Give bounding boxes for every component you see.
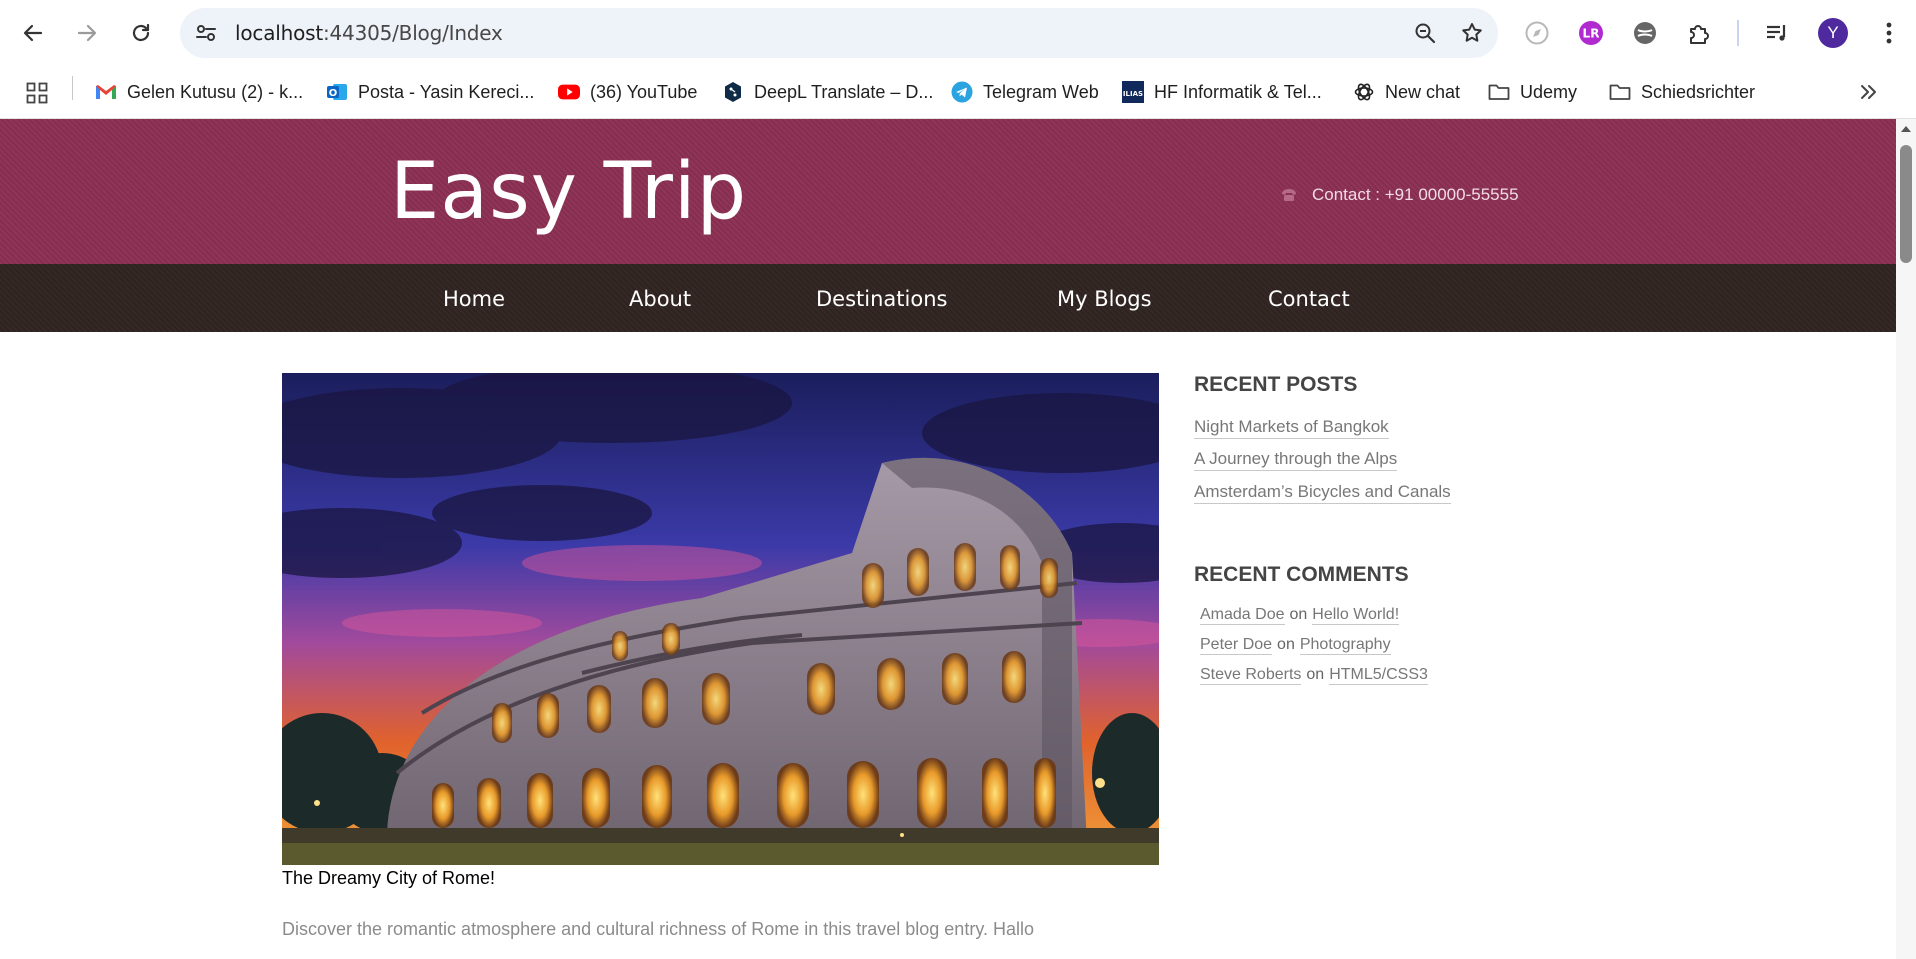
comment-post-link[interactable]: Photography: [1299, 636, 1391, 655]
folder-icon: [1488, 84, 1510, 100]
compass-extension-icon[interactable]: [1524, 20, 1550, 46]
page-scrollbar[interactable]: [1896, 119, 1916, 959]
recent-post-link[interactable]: Amsterdam’s Bicycles and Canals: [1194, 482, 1451, 504]
url-host: localhost: [235, 21, 323, 45]
telegram-icon: [951, 81, 973, 103]
post-title[interactable]: The Dreamy City of Rome!: [282, 868, 495, 889]
post-excerpt: Discover the romantic atmosphere and cul…: [282, 919, 1035, 939]
bookmark-youtube[interactable]: (36) YouTube: [558, 78, 697, 106]
comment-post-link[interactable]: Hello World!: [1312, 606, 1400, 625]
bookmark-label: Posta - Yasin Kereci...: [358, 81, 535, 102]
vpn-extension-icon[interactable]: [1632, 20, 1658, 46]
ilias-icon: ILIAS: [1122, 81, 1144, 103]
scrollbar-thumb[interactable]: [1900, 145, 1912, 263]
browser-toolbar: localhost:44305/Blog/Index LR Y: [0, 0, 1916, 66]
page-viewport: Easy Trip Contact : +91 00000-55555 Home…: [0, 119, 1896, 959]
bookmark-hf-informatik[interactable]: ILIAS HF Informatik & Tel...: [1122, 78, 1322, 106]
comment-item: Peter Doe on Photography: [1200, 636, 1391, 655]
lr-extension-icon[interactable]: LR: [1578, 20, 1604, 46]
svg-text:ILIAS: ILIAS: [1123, 90, 1143, 98]
gmail-icon: [96, 85, 116, 99]
arrow-left-icon: [23, 24, 43, 42]
openai-icon: [1354, 83, 1374, 101]
bookmark-label: Schiedsrichter: [1641, 81, 1756, 102]
bookmarks-bar: Gelen Kutusu (2) - k... O Posta - Yasin …: [0, 66, 1916, 119]
comment-author-link[interactable]: Steve Roberts: [1200, 666, 1302, 685]
comment-on-text: on: [1306, 666, 1325, 683]
comment-on-text: on: [1289, 606, 1308, 623]
arrow-right-icon: [77, 24, 97, 42]
comment-item: Amada Doe on Hello World!: [1200, 606, 1400, 625]
bookmark-new-chat[interactable]: New chat: [1353, 78, 1460, 106]
bookmark-deepl[interactable]: DeepL Translate – D...: [722, 78, 933, 106]
nav-contact[interactable]: Contact: [1268, 287, 1350, 311]
outlook-icon: O: [327, 84, 347, 100]
svg-text:O: O: [329, 88, 338, 99]
bookmarks-separator: [72, 76, 73, 100]
more-menu-icon[interactable]: [1876, 20, 1902, 46]
svg-text:LR: LR: [1583, 27, 1600, 41]
url-path: :44305/Blog/Index: [322, 21, 503, 45]
forward-button[interactable]: [70, 16, 104, 50]
bookmark-udemy[interactable]: Udemy: [1488, 78, 1577, 106]
address-bar[interactable]: localhost:44305/Blog/Index: [180, 8, 1498, 58]
extensions-puzzle-icon[interactable]: [1686, 20, 1712, 46]
post-hero-image[interactable]: [282, 373, 1159, 865]
apps-grid-icon[interactable]: [26, 82, 48, 104]
reload-icon: [132, 23, 150, 42]
bookmark-label: Udemy: [1520, 81, 1578, 102]
back-button[interactable]: [16, 16, 50, 50]
deepl-icon: [725, 82, 741, 102]
contact-text: Contact : +91 00000-55555: [1312, 185, 1519, 204]
bookmark-gmail[interactable]: Gelen Kutusu (2) - k...: [95, 78, 303, 106]
comment-post-link[interactable]: HTML5/CSS3: [1329, 666, 1428, 685]
youtube-icon: [558, 84, 580, 100]
bookmark-label: DeepL Translate – D...: [754, 81, 934, 102]
bookmark-outlook[interactable]: O Posta - Yasin Kereci...: [326, 78, 534, 106]
site-logo[interactable]: Easy Trip: [390, 147, 747, 237]
bookmark-label: New chat: [1385, 81, 1461, 102]
comment-author-link[interactable]: Peter Doe: [1200, 636, 1273, 655]
nav-home[interactable]: Home: [443, 287, 505, 311]
comment-author-link[interactable]: Amada Doe: [1200, 606, 1285, 625]
bookmark-label: Telegram Web: [983, 81, 1099, 102]
profile-avatar[interactable]: Y: [1818, 18, 1848, 48]
site-info-icon[interactable]: [194, 21, 218, 45]
recent-post-link[interactable]: Night Markets of Bangkok: [1194, 417, 1389, 439]
phone-icon: [1282, 189, 1296, 201]
scroll-up-arrow-icon[interactable]: [1900, 123, 1912, 135]
bookmark-label: (36) YouTube: [590, 81, 698, 102]
recent-post-link[interactable]: A Journey through the Alps: [1194, 449, 1398, 471]
nav-destinations[interactable]: Destinations: [816, 287, 947, 311]
media-playlist-icon[interactable]: [1764, 20, 1790, 46]
bookmark-schiedsrichter[interactable]: Schiedsrichter: [1609, 78, 1755, 106]
chevron-double-right-icon[interactable]: [1857, 81, 1879, 103]
bookmark-telegram[interactable]: Telegram Web: [951, 78, 1099, 106]
nav-my-blogs[interactable]: My Blogs: [1057, 287, 1152, 311]
site-header: Easy Trip Contact : +91 00000-55555: [0, 119, 1896, 264]
contact-info: Contact : +91 00000-55555: [1280, 185, 1519, 205]
colosseum-image: [282, 373, 1159, 865]
bookmark-label: HF Informatik & Tel...: [1154, 81, 1322, 102]
reload-button[interactable]: [124, 16, 158, 50]
recent-posts-heading: RECENT POSTS: [1194, 373, 1358, 396]
folder-icon: [1609, 84, 1631, 100]
url-text[interactable]: localhost:44305/Blog/Index: [235, 21, 503, 45]
recent-comments-heading: RECENT COMMENTS: [1194, 563, 1409, 586]
bookmark-star-icon[interactable]: [1460, 21, 1484, 45]
main-navigation: Home About Destinations My Blogs Contact: [0, 264, 1896, 332]
toolbar-separator: [1737, 20, 1739, 46]
comment-item: Steve Roberts on HTML5/CSS3: [1200, 666, 1428, 685]
nav-about[interactable]: About: [629, 287, 691, 311]
zoom-icon[interactable]: [1413, 21, 1437, 45]
comment-on-text: on: [1277, 636, 1295, 653]
bookmark-label: Gelen Kutusu (2) - k...: [127, 81, 304, 102]
